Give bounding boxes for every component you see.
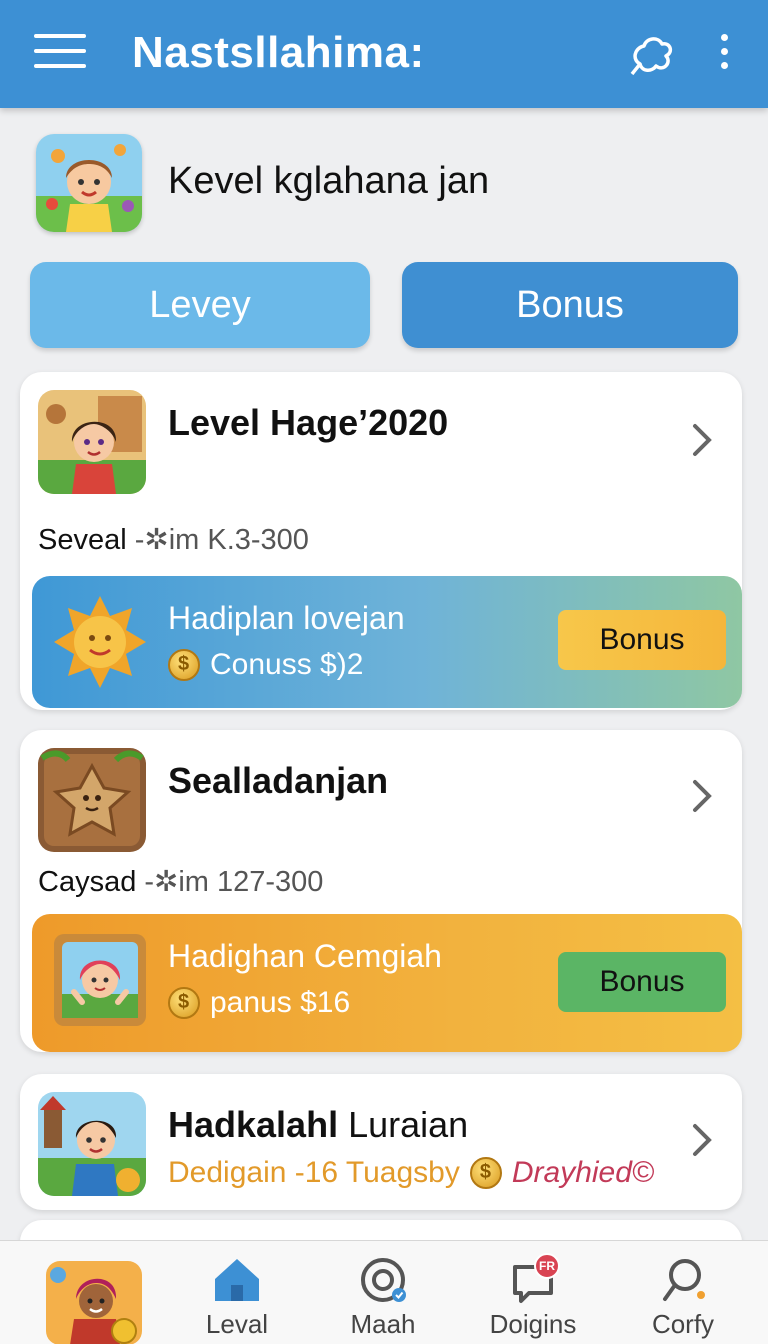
tab-levey[interactable]: Levey (30, 262, 370, 348)
coin-icon (469, 1157, 502, 1189)
nav-label: Doigins (489, 1309, 577, 1339)
card-title-bold: Hadkalahl (168, 1104, 339, 1145)
nav-label: Leval (205, 1309, 269, 1339)
bonus-button[interactable]: Bonus (558, 952, 726, 1012)
coin-icon (168, 987, 200, 1019)
nav-item-doigins[interactable]: FR Doigins (478, 1253, 588, 1340)
sun-icon (54, 596, 146, 688)
promo-title: Hadiplan lovejan (168, 600, 405, 636)
more-options-icon[interactable] (712, 34, 736, 74)
promo-amount: panus $16 (210, 986, 351, 1019)
level-card-image (38, 748, 146, 852)
page-title: Kevel kglahana jan (168, 160, 490, 202)
app-bar: Nastsllahima: (0, 0, 768, 108)
notification-badge: FR (534, 1253, 560, 1279)
promo-banner[interactable]: Hadiplan lovejan Conuss $)2 Bonus (32, 576, 742, 708)
card-subtitle: Caysad -✲im 127-300 (38, 864, 323, 899)
nav-item-corfy[interactable]: Corfy (628, 1255, 738, 1340)
home-icon (215, 1259, 259, 1301)
card-sub-pink: Drayhied© (511, 1156, 655, 1189)
nav-item-leval[interactable]: Leval (182, 1255, 292, 1340)
promo-amount: Conuss $)2 (210, 648, 364, 681)
user-avatar[interactable] (46, 1261, 142, 1344)
level-card-image (38, 1092, 146, 1196)
chevron-right-icon[interactable] (690, 420, 716, 460)
level-card[interactable]: Hadkalahl Luraian Dedigain -16 Tuagsby D… (20, 1074, 742, 1210)
card-sub-orange: Dedigain -16 Tuagsby (168, 1156, 460, 1189)
promo-subtitle: Conuss $)2 (168, 648, 363, 682)
card-sub-label: Seveal (38, 524, 127, 556)
card-title: Hadkalahl Luraian (168, 1104, 468, 1146)
card-sub-label: Caysad (38, 866, 137, 898)
card-sub-detail: -✲im K.3-300 (134, 524, 309, 556)
bottom-nav: Leval Maah FR Doigins Corfy (0, 1240, 768, 1344)
puzzle-icon[interactable] (626, 30, 676, 78)
menu-icon[interactable] (34, 34, 86, 74)
promo-subtitle: panus $16 (168, 986, 350, 1020)
nav-label: Maah (350, 1309, 416, 1339)
nav-item-maah[interactable]: Maah (328, 1255, 438, 1340)
card-subtitle: Dedigain -16 Tuagsby Drayhied© (168, 1156, 654, 1190)
level-card-image (38, 390, 146, 494)
card-title-light: Luraian (348, 1104, 469, 1145)
profile-avatar[interactable] (36, 134, 142, 232)
promo-banner[interactable]: Hadighan Cemgiah panus $16 Bonus (32, 914, 742, 1052)
card-subtitle: Seveal -✲im K.3-300 (38, 522, 309, 557)
card-sub-detail: -✲im 127-300 (144, 866, 324, 898)
at-icon (361, 1258, 406, 1302)
tab-bonus[interactable]: Bonus (402, 262, 738, 348)
bonus-button[interactable]: Bonus (558, 610, 726, 670)
card-title: Sealladanjan (168, 760, 389, 801)
level-card[interactable]: Level Hage’2020 Seveal -✲im K.3-300 Hadi… (20, 372, 742, 710)
card-title: Level Hage’2020 (168, 402, 449, 443)
app-title: Nastsllahima: (132, 28, 425, 77)
coin-icon (168, 649, 200, 681)
nav-label: Corfy (651, 1309, 715, 1339)
search-icon (663, 1259, 705, 1301)
level-card[interactable]: Sealladanjan Caysad -✲im 127-300 Hadigha… (20, 730, 742, 1052)
promo-title: Hadighan Cemgiah (168, 938, 442, 974)
chevron-right-icon[interactable] (690, 776, 716, 816)
character-icon (54, 934, 146, 1026)
chevron-right-icon[interactable] (690, 1120, 716, 1160)
